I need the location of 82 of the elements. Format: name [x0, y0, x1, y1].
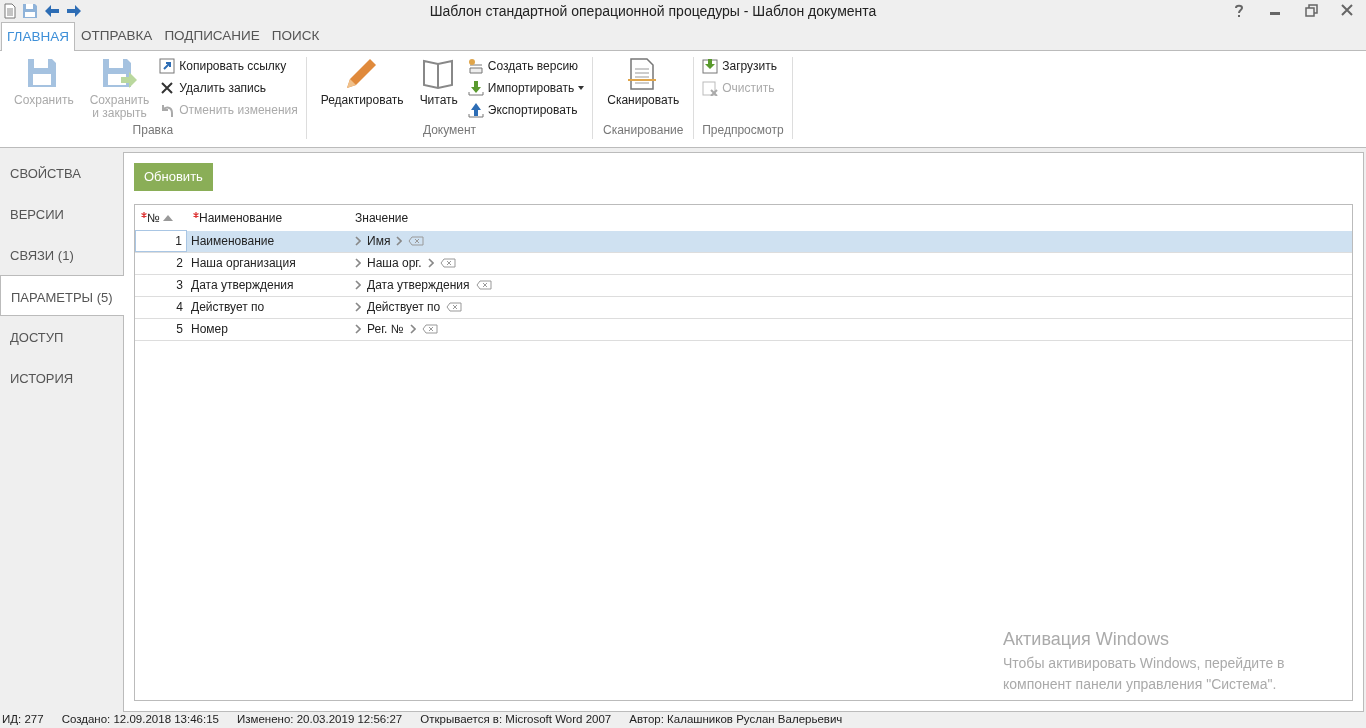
- status-text: Открывается в: Microsoft Word 2007: [420, 712, 612, 728]
- table-row[interactable]: 4 Действует по Действует по: [135, 296, 1352, 319]
- ribbon-button[interactable]: Удалить запись: [159, 79, 298, 97]
- table-cell-text: Действует по: [367, 299, 441, 316]
- chevron-right-icon[interactable]: [355, 280, 361, 290]
- chevron-right-icon[interactable]: [355, 236, 361, 246]
- table-cell-text: Номер: [190, 321, 229, 338]
- clear-value-icon[interactable]: [446, 302, 463, 312]
- table-cell-text: Рег. №: [367, 321, 404, 338]
- document-icon[interactable]: [4, 3, 16, 19]
- chevron-right-icon[interactable]: [355, 258, 361, 268]
- status-text: Изменено: 20.03.2019 12:56:27: [237, 712, 403, 728]
- table-cell-text: Наша организация: [190, 255, 297, 272]
- ribbon-button[interactable]: Редактировать: [314, 57, 410, 121]
- table-cell-text: Имя: [367, 233, 391, 250]
- group-label: Сканирование: [602, 122, 685, 139]
- window-title: Шаблон стандартной операционной процедуры - Шаблон документа: [428, 1, 878, 21]
- group-label: Правка: [131, 122, 175, 139]
- chevron-right-icon[interactable]: [427, 258, 434, 268]
- ribbon-tab[interactable]: ПОДПИСАНИЕ: [158, 20, 266, 50]
- undo-icon: [159, 102, 176, 118]
- row-number: 5: [175, 321, 184, 338]
- clear-value-icon[interactable]: [475, 280, 492, 290]
- save-icon[interactable]: [22, 3, 38, 19]
- table-row[interactable]: 3 Дата утверждения Дата утверждения: [135, 274, 1352, 297]
- ribbon-button[interactable]: Копировать ссылку: [159, 57, 298, 75]
- ribbon-tab[interactable]: ОТПРАВКА: [74, 20, 159, 50]
- column-header[interactable]: №: [135, 208, 187, 227]
- table-cell-text: Дата утверждения: [190, 277, 295, 294]
- restore-icon[interactable]: [1304, 3, 1318, 19]
- group-label: Предпросмотр: [702, 122, 784, 139]
- ribbon-tab[interactable]: ПОИСК: [265, 20, 326, 50]
- clear-value-icon[interactable]: [408, 236, 425, 246]
- group-label: Документ: [421, 122, 478, 139]
- table-cell-text: Действует по: [190, 299, 266, 316]
- status-text: Автор: Калашников Руслан Валерьевич: [629, 712, 843, 728]
- link-icon: [159, 58, 176, 74]
- table-cell-text: Дата утверждения: [367, 277, 470, 294]
- ribbon-button[interactable]: Сканировать: [601, 57, 686, 121]
- sidebar-tab[interactable]: СВОЙСТВА: [0, 152, 123, 193]
- ribbon-button[interactable]: Загрузить: [702, 57, 777, 75]
- sidebar-tab[interactable]: ИСТОРИЯ: [0, 357, 123, 398]
- table-row[interactable]: 2 Наша организация Наша орг.: [135, 252, 1352, 275]
- new-version-icon: [467, 58, 484, 74]
- activation-title: Активация Windows: [1003, 628, 1170, 651]
- status-text: ИД: 277: [2, 712, 44, 728]
- close-icon: [159, 80, 176, 96]
- ribbon-button[interactable]: Читать: [413, 57, 464, 121]
- upload-icon: [702, 58, 719, 74]
- status-text: Создано: 12.09.2018 13:46:15: [61, 712, 219, 728]
- forward-arrow-icon[interactable]: [66, 4, 82, 18]
- ribbon-button[interactable]: Создать версию: [467, 57, 585, 75]
- sidebar-tab[interactable]: ВЕРСИИ: [0, 193, 123, 234]
- export-icon: [467, 102, 484, 118]
- table-row[interactable]: 1 Наименование Имя: [135, 230, 1352, 253]
- row-number: 4: [175, 299, 184, 316]
- row-number: 2: [175, 255, 184, 272]
- sidebar-tab[interactable]: ДОСТУП: [0, 316, 123, 357]
- ribbon-tab[interactable]: ГЛАВНАЯ: [1, 21, 75, 51]
- save-close-icon: [101, 57, 138, 91]
- row-number: 1: [135, 230, 187, 252]
- chevron-right-icon[interactable]: [409, 324, 416, 334]
- ribbon-button[interactable]: Экспортировать: [467, 101, 585, 119]
- column-header[interactable]: Наименование: [187, 208, 355, 227]
- sidebar-tab[interactable]: СВЯЗИ (1): [0, 234, 123, 275]
- column-header[interactable]: Значение: [355, 208, 409, 227]
- table-row[interactable]: 5 Номер Рег. №: [135, 318, 1352, 341]
- ribbon-button[interactable]: Импортировать: [467, 79, 585, 97]
- chevron-right-icon[interactable]: [355, 324, 361, 334]
- chevron-right-icon[interactable]: [355, 302, 361, 312]
- sidebar-tab[interactable]: ПАРАМЕТРЫ (5): [0, 275, 124, 316]
- clear-value-icon[interactable]: [439, 258, 456, 268]
- table-cell-text: Наша орг.: [367, 255, 422, 272]
- chevron-right-icon[interactable]: [396, 236, 403, 246]
- activation-text: Чтобы активировать Windows, перейдите в компонент панели управления "Система".: [1003, 654, 1286, 694]
- import-icon: [467, 80, 484, 96]
- clear-value-icon[interactable]: [421, 324, 438, 334]
- help-icon[interactable]: [1232, 3, 1246, 19]
- table-cell-text: Наименование: [190, 233, 276, 250]
- row-number: 3: [175, 277, 184, 294]
- clear-icon: [702, 80, 719, 96]
- back-arrow-icon[interactable]: [44, 4, 60, 18]
